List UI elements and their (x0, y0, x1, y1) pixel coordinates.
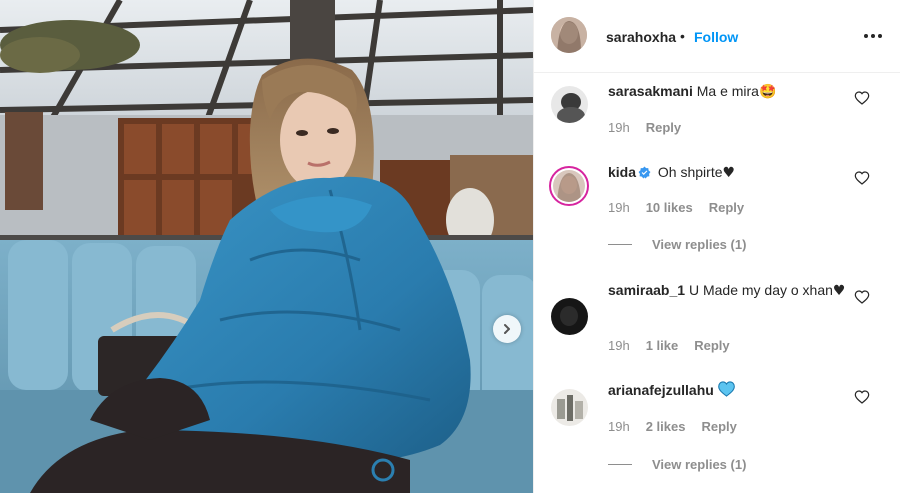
more-options-dot (864, 34, 868, 38)
comments-panel: sarahoxha • Follow sarasakmani Ma e mira… (533, 0, 900, 493)
comment-text-line: sarasakmani Ma e mira🤩 (608, 81, 848, 103)
reply-button[interactable]: Reply (709, 200, 744, 215)
black-heart-emoji: ♥ (832, 283, 846, 299)
heart-outline-icon[interactable] (854, 90, 870, 106)
comment-time[interactable]: 19h (608, 120, 630, 135)
comment-likes[interactable]: 10 likes (646, 200, 693, 215)
comment-username[interactable]: samiraab_1 (608, 282, 685, 298)
heart-outline-icon[interactable] (854, 170, 870, 186)
comment-text-line: kida Oh shpirte♥ (608, 162, 848, 184)
commenter-photo (553, 170, 585, 202)
view-replies-button[interactable]: View replies (1) (608, 457, 746, 472)
blue-heart-emoji (717, 381, 735, 397)
view-replies-divider (608, 464, 632, 465)
chevron-right-icon (504, 324, 510, 334)
commenter-photo (551, 298, 588, 335)
view-replies-label: View replies (1) (652, 237, 747, 252)
more-options-icon[interactable] (864, 28, 884, 44)
black-heart-emoji: ♥ (722, 165, 736, 181)
comment-likes[interactable]: 2 likes (646, 419, 686, 434)
comment-text-line: samiraab_1 U Made my day o xhan♥ (608, 280, 848, 302)
comment-meta: 19h 1 like Reply (608, 338, 730, 353)
view-replies-label: View replies (1) (652, 457, 747, 472)
separator-dot: • (680, 28, 685, 44)
instagram-post-window: sarahoxha • Follow sarasakmani Ma e mira… (0, 0, 900, 493)
comment-username[interactable]: kida (608, 164, 636, 180)
comment-username[interactable]: arianafejzullahu (608, 382, 714, 398)
comment-time[interactable]: 19h (608, 200, 630, 215)
comment-text: Oh shpirte (657, 164, 723, 180)
avatar[interactable] (551, 389, 588, 426)
avatar[interactable] (551, 298, 588, 335)
commenter-photo (551, 86, 588, 123)
post-header: sarahoxha • Follow (534, 0, 900, 73)
comment-text: U Made my day o xhan (688, 282, 833, 298)
star-struck-emoji: 🤩 (758, 84, 777, 100)
post-image (0, 0, 533, 493)
comment-time[interactable]: 19h (608, 419, 630, 434)
comment-text: Ma e mira (696, 83, 759, 99)
comment-meta: 19h Reply (608, 120, 681, 135)
avatar[interactable] (551, 86, 588, 123)
profile-photo (551, 17, 587, 53)
more-options-dot (871, 34, 875, 38)
view-replies-divider (608, 244, 632, 245)
comment-meta: 19h 2 likes Reply (608, 419, 737, 434)
comment-meta: 19h 10 likes Reply (608, 200, 744, 215)
verified-badge-icon (638, 166, 651, 179)
view-replies-button[interactable]: View replies (1) (608, 237, 746, 252)
follow-button[interactable]: Follow (694, 29, 738, 45)
commenter-photo (551, 389, 588, 426)
post-author-username[interactable]: sarahoxha (606, 29, 676, 45)
post-photo (0, 0, 533, 493)
comment-username[interactable]: sarasakmani (608, 83, 693, 99)
comment-text-line: arianafejzullahu (608, 380, 848, 401)
avatar[interactable] (549, 166, 589, 206)
next-photo-button[interactable] (493, 315, 521, 343)
comment-likes[interactable]: 1 like (646, 338, 679, 353)
reply-button[interactable]: Reply (701, 419, 736, 434)
avatar[interactable] (551, 17, 587, 53)
reply-button[interactable]: Reply (694, 338, 729, 353)
more-options-dot (878, 34, 882, 38)
reply-button[interactable]: Reply (646, 120, 681, 135)
comment-time[interactable]: 19h (608, 338, 630, 353)
heart-outline-icon[interactable] (854, 289, 870, 305)
heart-outline-icon[interactable] (854, 389, 870, 405)
